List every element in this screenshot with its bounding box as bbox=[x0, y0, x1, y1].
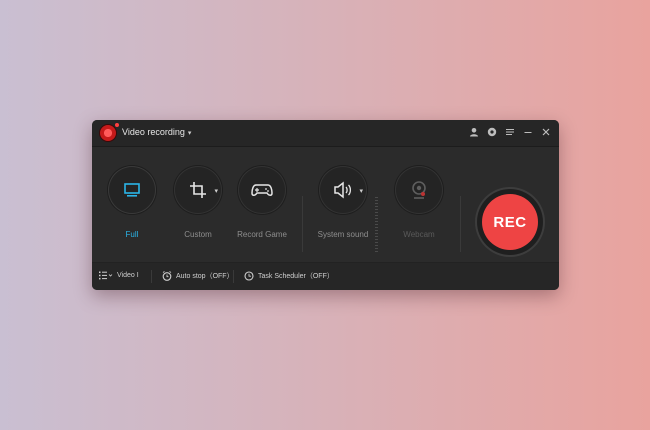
account-icon[interactable] bbox=[467, 125, 481, 141]
bottom-bar: Video I Auto stop（OFF） Task Scheduler（OF… bbox=[92, 263, 559, 290]
alarm-clock-icon bbox=[162, 271, 172, 281]
minimize-icon[interactable] bbox=[521, 125, 535, 141]
tool-system-sound-button[interactable]: ▾ bbox=[319, 166, 367, 214]
auto-stop-button[interactable]: Auto stop（OFF） bbox=[162, 271, 234, 281]
task-scheduler-label: Task Scheduler（OFF） bbox=[258, 273, 334, 280]
auto-stop-label: Auto stop（OFF） bbox=[176, 273, 234, 280]
tool-webcam-label: Webcam bbox=[403, 230, 435, 239]
volume-level-indicator bbox=[375, 196, 378, 252]
tool-system-sound[interactable]: ▾ System sound bbox=[303, 166, 383, 239]
output-label: Video I bbox=[117, 272, 139, 279]
capture-toolbar: Full ▾ Custom Record Game ▾ System sound… bbox=[92, 146, 559, 266]
app-logo-icon bbox=[100, 123, 119, 141]
speaker-icon bbox=[334, 181, 352, 199]
menu-icon[interactable] bbox=[503, 125, 517, 141]
bottom-separator bbox=[233, 270, 234, 283]
sound-dropdown-caret-icon[interactable]: ▾ bbox=[359, 187, 363, 195]
bottom-separator bbox=[151, 270, 152, 283]
tool-record-game-button[interactable] bbox=[238, 166, 286, 214]
list-icon bbox=[99, 271, 113, 280]
tool-webcam-button[interactable] bbox=[395, 166, 443, 214]
chevron-down-icon: ▾ bbox=[187, 130, 192, 137]
recorder-window: Video recording ▾ Full ▾ Custom Record G… bbox=[92, 120, 559, 290]
task-scheduler-button[interactable]: Task Scheduler（OFF） bbox=[244, 271, 334, 281]
webcam-icon bbox=[412, 181, 426, 199]
tool-record-game[interactable]: Record Game bbox=[222, 166, 302, 239]
titlebar-controls bbox=[467, 125, 553, 141]
tool-full-button[interactable] bbox=[108, 166, 156, 214]
tool-custom-button[interactable]: ▾ bbox=[174, 166, 222, 214]
output-list-button[interactable]: Video I bbox=[99, 271, 139, 280]
rec-button-ring: REC bbox=[477, 189, 543, 255]
tool-record-game-label: Record Game bbox=[237, 230, 287, 239]
monitor-icon bbox=[124, 183, 140, 197]
clock-icon bbox=[244, 271, 254, 281]
custom-dropdown-caret-icon[interactable]: ▾ bbox=[214, 187, 218, 195]
recording-mode-label: Video recording bbox=[122, 127, 185, 137]
tool-system-sound-label: System sound bbox=[317, 230, 369, 239]
tool-webcam[interactable]: Webcam bbox=[379, 166, 459, 239]
gamepad-icon bbox=[251, 184, 273, 196]
settings-icon[interactable] bbox=[485, 125, 499, 141]
rec-divider bbox=[460, 196, 461, 252]
recording-mode-dropdown[interactable]: Video recording ▾ bbox=[122, 127, 191, 137]
close-icon[interactable] bbox=[539, 125, 553, 141]
title-bar: Video recording ▾ bbox=[92, 120, 559, 147]
crop-icon bbox=[190, 182, 206, 198]
rec-button[interactable]: REC bbox=[482, 194, 538, 250]
